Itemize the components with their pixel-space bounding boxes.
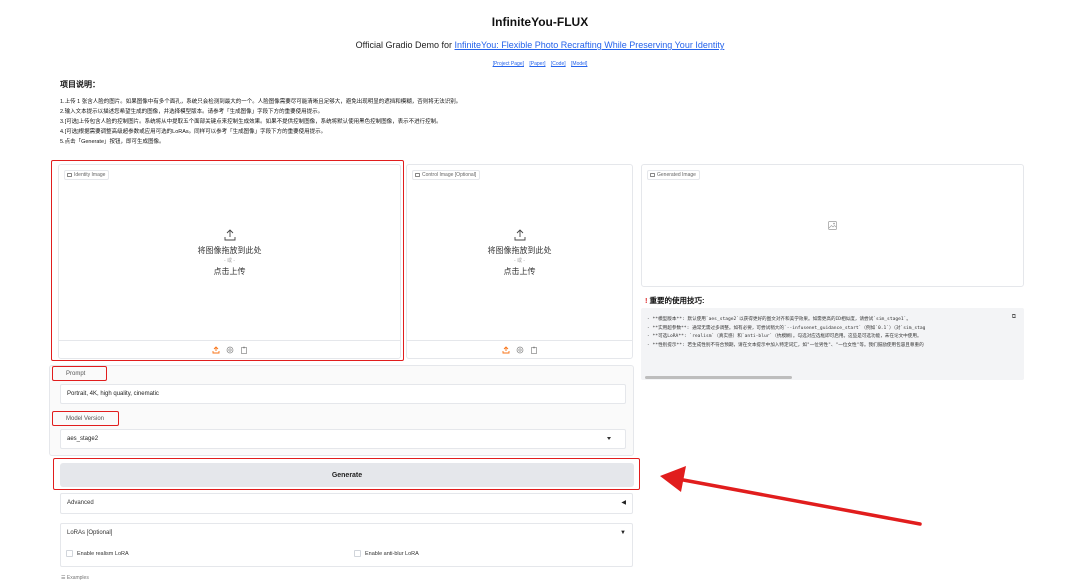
- annotation-arrow: [660, 466, 922, 526]
